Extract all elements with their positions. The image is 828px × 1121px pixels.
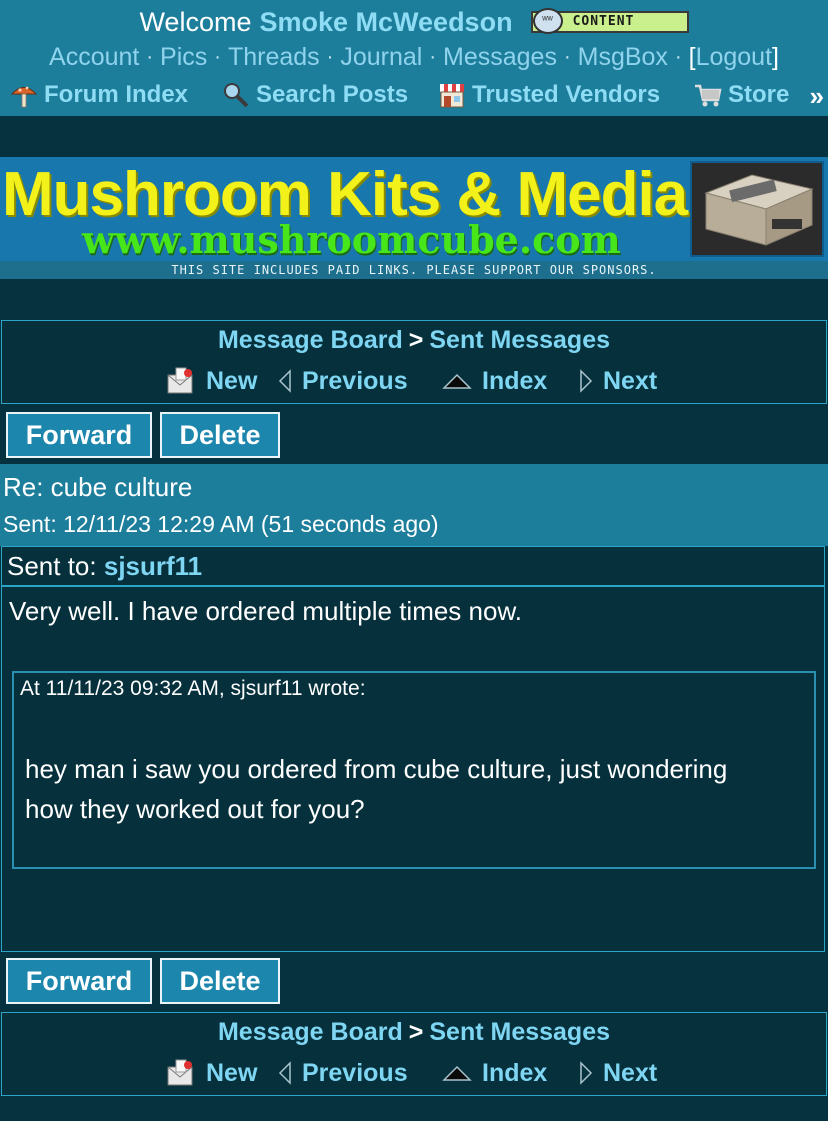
account-menu: Account · Pics · Threads · Journal · Mes… — [0, 40, 828, 74]
triangle-right-icon — [580, 1061, 593, 1085]
message-actions-top: Forward Delete — [0, 408, 828, 462]
forum-index-label: Forum Index — [44, 81, 189, 108]
message-body: Very well. I have ordered multiple times… — [1, 586, 825, 952]
next-link[interactable]: Next — [579, 1057, 657, 1089]
separator: · — [326, 45, 334, 68]
previous-label: Previous — [302, 1058, 408, 1087]
message-board-link[interactable]: Message Board — [218, 326, 403, 354]
store-label: Store — [728, 81, 790, 108]
banner-url: www.mushroomcube.com — [82, 217, 621, 262]
welcome-text: Welcome — [139, 6, 252, 37]
messages-link[interactable]: Messages — [443, 43, 557, 72]
index-label: Index — [482, 366, 548, 395]
bracket: ] — [772, 42, 779, 71]
message-sent-time: Sent: 12/11/23 12:29 AM (51 seconds ago) — [3, 511, 439, 537]
new-label: New — [206, 366, 258, 395]
delete-button[interactable]: Delete — [160, 958, 280, 1004]
new-message-link[interactable]: New — [164, 1057, 257, 1089]
index-link[interactable]: Index — [442, 365, 547, 397]
delete-button[interactable]: Delete — [160, 412, 280, 458]
content-badge-label: CONTENT — [572, 14, 635, 29]
separator: · — [146, 45, 154, 68]
previous-link[interactable]: Previous — [278, 365, 408, 397]
index-label: Index — [482, 1058, 548, 1087]
pics-link[interactable]: Pics — [160, 43, 207, 72]
sent-to-label: Sent to: — [7, 551, 97, 581]
message-nav-top: Message Board > Sent Messages New Previous… — [1, 320, 827, 404]
sponsor-banner[interactable]: Mushroom Kits & Media www.mushroomcube.c… — [0, 157, 828, 279]
quote-text: hey man i saw you ordered from cube cult… — [25, 754, 728, 824]
product-image — [690, 161, 824, 257]
message-subject: Re: cube culture — [3, 472, 193, 502]
banner-ad[interactable]: Mushroom Kits & Media www.mushroomcube.c… — [0, 157, 828, 262]
new-message-icon — [167, 1059, 193, 1086]
triangle-up-icon — [442, 373, 472, 389]
content-status-badge[interactable]: ʷʷ CONTENT — [530, 8, 689, 34]
separator: · — [563, 45, 571, 68]
new-message-icon — [167, 367, 193, 394]
forum-nav: Forum Index Search Posts Trusted Vendors — [0, 79, 828, 115]
store-link[interactable]: Store — [694, 81, 789, 109]
quoted-message: At 11/11/23 09:32 AM, sjsurf11 wrote: he… — [12, 671, 816, 869]
threads-link[interactable]: Threads — [228, 43, 320, 72]
triangle-left-icon — [278, 1061, 291, 1085]
welcome-row: Welcome Smoke McWeedson ʷʷ CONTENT — [0, 4, 828, 40]
search-posts-link[interactable]: Search Posts — [222, 81, 408, 109]
journal-link[interactable]: Journal — [340, 43, 422, 72]
account-link[interactable]: Account — [49, 43, 139, 72]
breadcrumb: Message Board > Sent Messages — [2, 324, 826, 356]
mushroom-icon — [10, 86, 38, 108]
separator: · — [429, 45, 436, 68]
message-text: Very well. I have ordered multiple times… — [9, 596, 523, 626]
more-menu-arrow[interactable]: » — [810, 81, 824, 112]
forward-button[interactable]: Forward — [6, 412, 152, 458]
message-header: Re: cube culture Sent: 12/11/23 12:29 AM… — [0, 464, 828, 546]
next-link[interactable]: Next — [579, 365, 657, 397]
message-pager: New Previous Index Next — [2, 1057, 826, 1089]
message-nav-bottom: Message Board > Sent Messages New Previous… — [1, 1012, 827, 1096]
message-pager: New Previous Index Next — [2, 365, 826, 397]
bracket: [ — [688, 42, 696, 71]
sent-to-line: Sent to: sjsurf11 — [7, 551, 202, 582]
trusted-vendors-link[interactable]: Trusted Vendors — [438, 81, 660, 109]
forum-index-link[interactable]: Forum Index — [10, 81, 188, 109]
recipient-link[interactable]: sjsurf11 — [104, 551, 202, 581]
quote-header: At 11/11/23 09:32 AM, sjsurf11 wrote: — [20, 677, 366, 700]
message-board-link[interactable]: Message Board — [218, 1018, 403, 1046]
username-link[interactable]: Smoke McWeedson — [259, 7, 512, 38]
previous-link[interactable]: Previous — [278, 1057, 408, 1089]
sent-messages-link[interactable]: Sent Messages — [429, 326, 610, 354]
triangle-up-icon — [442, 1065, 472, 1081]
site-header: Welcome Smoke McWeedson ʷʷ CONTENT Accou… — [0, 0, 828, 116]
next-label: Next — [603, 1058, 658, 1087]
recipient-row: Sent to: sjsurf11 — [1, 546, 825, 586]
previous-label: Previous — [302, 366, 408, 395]
message-actions-bottom: Forward Delete — [0, 954, 828, 1008]
breadcrumb-separator: > — [408, 1018, 424, 1046]
triangle-left-icon — [278, 369, 291, 393]
new-message-link[interactable]: New — [164, 365, 257, 397]
separator: · — [674, 45, 682, 68]
smiley-face-icon: ʷʷ — [532, 8, 563, 34]
new-label: New — [206, 1058, 258, 1087]
sent-messages-link[interactable]: Sent Messages — [429, 1018, 610, 1046]
storefront-icon — [440, 84, 464, 108]
msgbox-link[interactable]: MsgBox — [578, 43, 668, 72]
trusted-vendors-label: Trusted Vendors — [472, 81, 661, 108]
logout-link[interactable]: Logout — [696, 43, 772, 72]
magnifier-icon — [224, 83, 249, 108]
separator: · — [214, 45, 221, 68]
index-link[interactable]: Index — [442, 1057, 547, 1089]
breadcrumb: Message Board > Sent Messages — [2, 1016, 826, 1048]
paid-links-disclaimer: THIS SITE INCLUDES PAID LINKS. PLEASE SU… — [0, 261, 828, 279]
forward-button[interactable]: Forward — [6, 958, 152, 1004]
search-posts-label: Search Posts — [256, 81, 409, 108]
incubator-icon — [692, 163, 822, 255]
next-label: Next — [603, 366, 658, 395]
triangle-right-icon — [580, 369, 593, 393]
shopping-cart-icon — [695, 84, 722, 107]
breadcrumb-separator: > — [408, 326, 424, 354]
